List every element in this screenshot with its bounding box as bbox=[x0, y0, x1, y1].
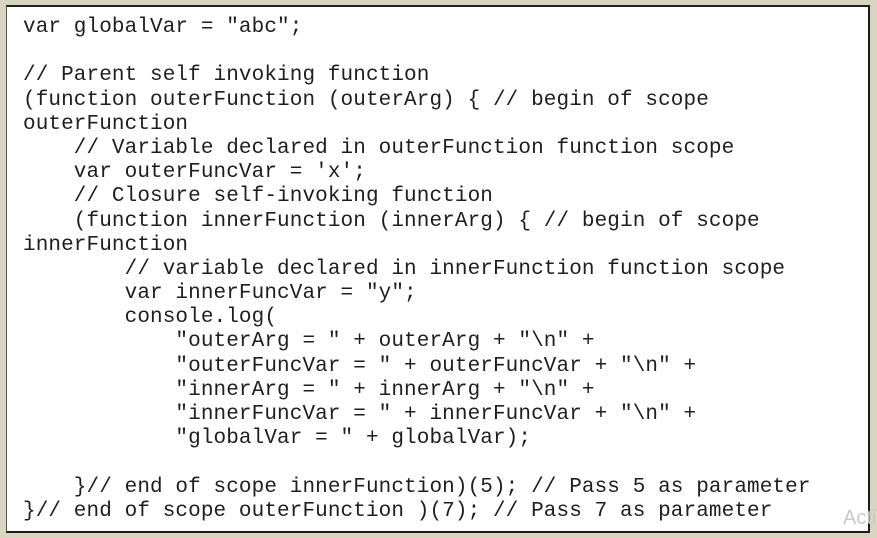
code-line: innerFunction bbox=[23, 233, 189, 257]
code-snippet-panel: var globalVar = "abc"; // Parent self inv… bbox=[6, 5, 870, 533]
code-line: // Parent self invoking function bbox=[23, 64, 430, 88]
code-line: "innerFuncVar = " + innerFuncVar + "\n" … bbox=[23, 403, 697, 426]
code-line: var innerFuncVar = "y"; bbox=[23, 282, 417, 306]
code-line: "innerArg = " + innerArg + "\n" + bbox=[23, 378, 595, 402]
code-line: console.log( bbox=[23, 306, 278, 330]
code-line: "globalVar = " + globalVar); bbox=[23, 427, 532, 451]
code-line: // Variable declared in outerFunction fu… bbox=[23, 136, 735, 160]
code-line: var outerFuncVar = 'x'; bbox=[23, 161, 366, 185]
activation-watermark: Acti bbox=[843, 507, 877, 529]
code-line: // variable declared in innerFunction fu… bbox=[23, 257, 786, 281]
code-line: var globalVar = "abc"; bbox=[23, 16, 303, 39]
background-strip bbox=[870, 0, 877, 538]
code-block: var globalVar = "abc"; // Parent self inv… bbox=[23, 16, 811, 524]
code-line: }// end of scope innerFunction)(5); // P… bbox=[23, 475, 811, 499]
code-line: (function innerFunction (innerArg) { // … bbox=[23, 209, 760, 233]
code-line: (function outerFunction (outerArg) { // … bbox=[23, 88, 709, 112]
code-line: // Closure self-invoking function bbox=[23, 185, 493, 209]
code-line: outerFunction bbox=[23, 112, 189, 136]
code-line: }// end of scope outerFunction )(7); // … bbox=[23, 499, 773, 523]
code-line: "outerFuncVar = " + outerFuncVar + "\n" … bbox=[23, 354, 697, 378]
code-line: "outerArg = " + outerArg + "\n" + bbox=[23, 330, 595, 354]
